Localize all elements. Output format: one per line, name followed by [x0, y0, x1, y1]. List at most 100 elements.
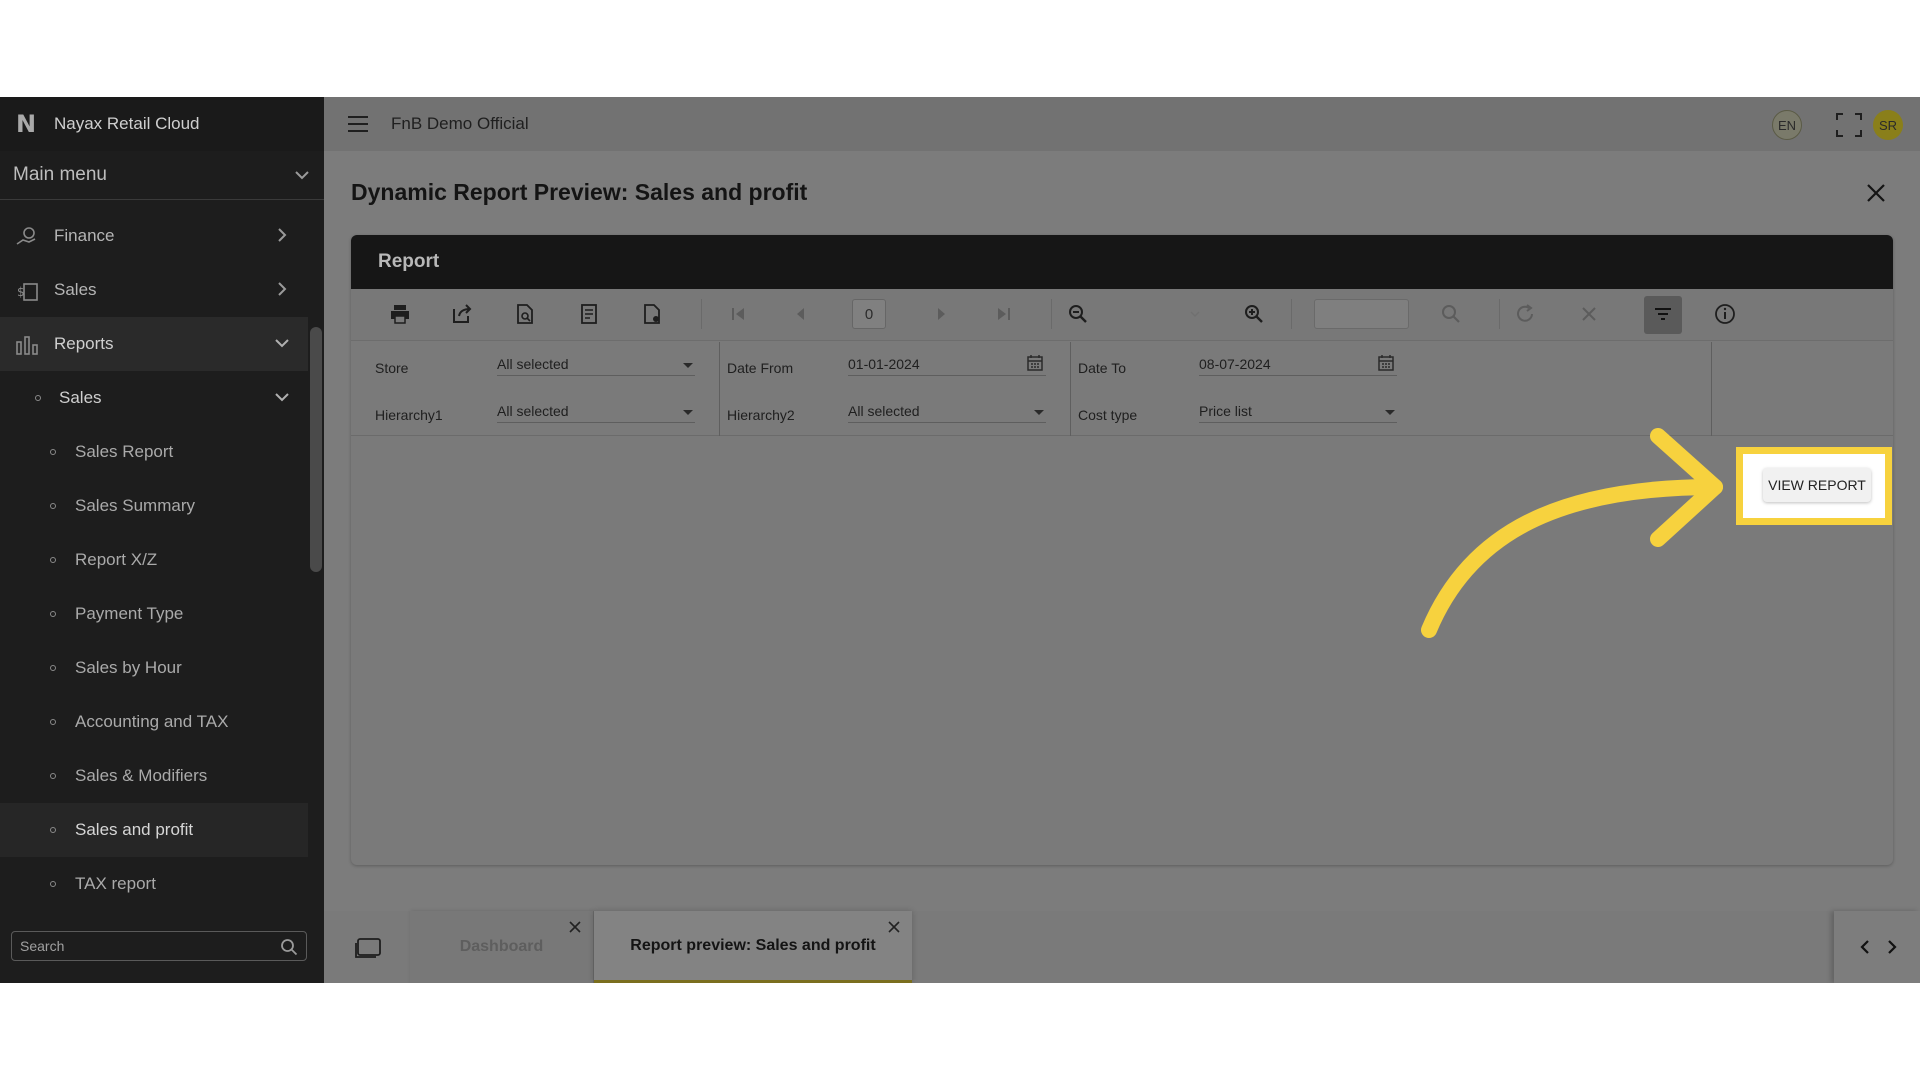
calendar-icon[interactable]: [1026, 354, 1044, 372]
hierarchy1-value: All selected: [497, 403, 569, 419]
tab-navigation: [1834, 911, 1920, 983]
sidebar-item-label: Finance: [54, 226, 115, 245]
caret-down-icon: [683, 363, 693, 368]
bullet-icon: [50, 881, 56, 887]
bullet-icon: [50, 719, 56, 725]
cost-type-select[interactable]: Price list: [1199, 397, 1397, 423]
hierarchy2-label: Hierarchy2: [727, 407, 795, 423]
view-report-highlight: VIEW REPORT: [1736, 447, 1892, 525]
tab-dashboard[interactable]: Dashboard: [410, 911, 594, 983]
close-icon[interactable]: [888, 921, 900, 933]
sidebar-scrollbar[interactable]: [310, 327, 322, 572]
export-icon[interactable]: [451, 303, 473, 325]
hamburger-menu-icon[interactable]: [348, 116, 368, 132]
bullet-icon: [50, 503, 56, 509]
calendar-icon[interactable]: [1377, 354, 1395, 372]
store-select[interactable]: All selected: [497, 350, 695, 376]
language-selector[interactable]: EN: [1772, 110, 1802, 140]
sidebar-leaf-sales-summary[interactable]: Sales Summary: [0, 479, 308, 533]
hierarchy2-select[interactable]: All selected: [848, 397, 1046, 423]
sidebar-leaf-sales-modifiers[interactable]: Sales & Modifiers: [0, 749, 308, 803]
sidebar-item-sales[interactable]: $ Sales: [0, 263, 308, 317]
bottom-tab-bar: Dashboard Report preview: Sales and prof…: [324, 911, 1920, 983]
main-menu-label: Main menu: [13, 164, 107, 185]
zoom-level-dropdown-icon[interactable]: [1141, 303, 1201, 325]
brand[interactable]: N Nayax Retail Cloud: [0, 97, 324, 151]
sidebar-leaf-sales-by-hour[interactable]: Sales by Hour: [0, 641, 308, 695]
sidebar-item-label: TAX report: [75, 874, 156, 893]
bullet-icon: [50, 449, 56, 455]
zoom-in-icon[interactable]: [1243, 303, 1265, 325]
sidebar-leaf-sales-report[interactable]: Sales Report: [0, 425, 308, 479]
sidebar-subitem-sales[interactable]: Sales: [0, 371, 308, 425]
main-menu-toggle[interactable]: Main menu: [0, 151, 324, 200]
close-icon[interactable]: [1866, 183, 1886, 203]
parameter-separator: [719, 342, 720, 436]
app-screen: N Nayax Retail Cloud Main menu Finance $…: [0, 97, 1920, 983]
user-avatar[interactable]: SR: [1873, 110, 1903, 140]
date-to-label: Date To: [1078, 360, 1126, 376]
sidebar-item-label: Report X/Z: [75, 550, 158, 569]
next-page-icon[interactable]: [930, 303, 952, 325]
search-input[interactable]: [20, 937, 270, 955]
sidebar-item-reports[interactable]: Reports: [0, 317, 308, 371]
sidebar-item-label: Accounting and TAX: [75, 712, 229, 731]
hierarchy1-select[interactable]: All selected: [497, 397, 695, 423]
previous-page-icon[interactable]: [790, 303, 812, 325]
chevron-right-icon[interactable]: [1885, 939, 1899, 955]
close-icon[interactable]: [569, 921, 581, 933]
clear-icon[interactable]: [1578, 303, 1600, 325]
sidebar-leaf-report-xz[interactable]: Report X/Z: [0, 533, 308, 587]
chevron-down-icon: [275, 393, 289, 402]
finance-icon: [16, 227, 36, 245]
sidebar-item-label: Sales: [54, 280, 97, 299]
bullet-icon: [50, 773, 56, 779]
print-icon[interactable]: [389, 303, 411, 325]
sidebar-item-label: Sales and profit: [75, 820, 194, 839]
page-title: Dynamic Report Preview: Sales and profit: [351, 179, 808, 205]
nayax-logo-icon: N: [16, 110, 37, 138]
chevron-right-icon: [278, 228, 287, 242]
sidebar-item-finance[interactable]: Finance: [0, 209, 308, 263]
hierarchy2-value: All selected: [848, 403, 920, 419]
view-report-button[interactable]: VIEW REPORT: [1763, 468, 1871, 502]
date-to-field[interactable]: 08-07-2024: [1199, 350, 1397, 376]
toolbar-search-input[interactable]: [1314, 299, 1409, 329]
refresh-icon[interactable]: [1514, 303, 1536, 325]
chevron-down-icon: [295, 171, 309, 180]
bullet-icon: [35, 395, 41, 401]
reports-icon: [16, 336, 38, 355]
search-icon[interactable]: [280, 938, 298, 956]
bullet-icon: [50, 827, 56, 833]
annotation-arrow-icon: [1421, 428, 1723, 638]
sidebar-leaf-tax-report[interactable]: TAX report: [0, 857, 308, 911]
document-settings-icon[interactable]: [641, 303, 663, 325]
search-icon[interactable]: [1440, 303, 1462, 325]
report-panel-header: Report: [351, 235, 1893, 289]
document-icon[interactable]: [578, 303, 600, 325]
toolbar-separator: [1499, 299, 1500, 329]
last-page-icon[interactable]: [993, 303, 1015, 325]
sidebar-leaf-accounting-tax[interactable]: Accounting and TAX: [0, 695, 308, 749]
page-number-input[interactable]: 0: [852, 299, 886, 329]
sidebar-leaf-payment-type[interactable]: Payment Type: [0, 587, 308, 641]
toolbar-separator: [1051, 299, 1052, 329]
tab-report-preview[interactable]: Report preview: Sales and profit: [594, 911, 912, 983]
tab-label: Dashboard: [459, 938, 544, 955]
fullscreen-icon[interactable]: [1836, 113, 1862, 137]
svg-text:$: $: [17, 285, 25, 299]
chevron-left-icon[interactable]: [1858, 939, 1872, 955]
filter-icon[interactable]: [1652, 303, 1674, 325]
tabs-overview-icon[interactable]: [354, 937, 382, 959]
store-value: All selected: [497, 356, 569, 372]
date-from-field[interactable]: 01-01-2024: [848, 350, 1046, 376]
sidebar-item-label: Sales: [59, 388, 102, 407]
sidebar-leaf-sales-and-profit[interactable]: Sales and profit: [0, 803, 308, 857]
document-search-icon[interactable]: [514, 303, 536, 325]
caret-down-icon: [683, 410, 693, 415]
zoom-out-icon[interactable]: [1067, 303, 1089, 325]
info-icon[interactable]: [1714, 303, 1736, 325]
parameter-separator: [1070, 342, 1071, 436]
cost-type-value: Price list: [1199, 403, 1252, 419]
first-page-icon[interactable]: [727, 303, 749, 325]
